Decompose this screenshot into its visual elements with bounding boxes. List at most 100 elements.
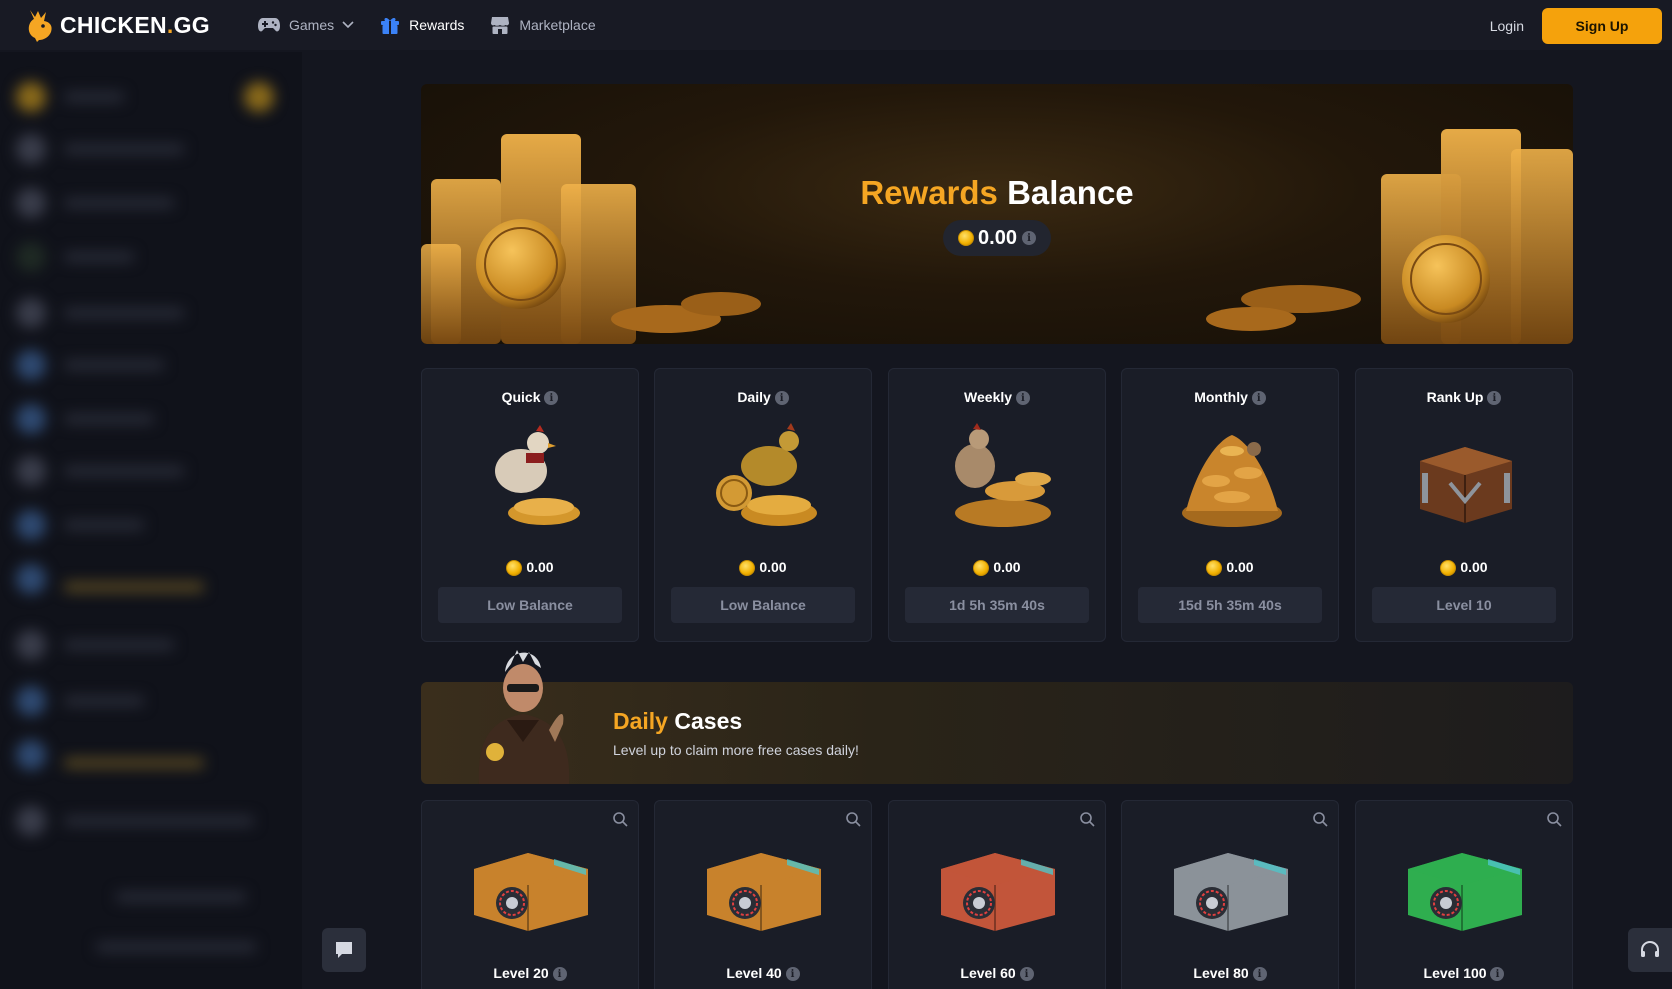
reward-card-value: 0.00 [1122, 559, 1338, 577]
daily-case-cards: Level 20 i Level 40 i Level 60 i Level 8… [421, 800, 1573, 989]
info-icon[interactable]: i [1251, 391, 1266, 406]
nav-rewards[interactable]: Rewards [380, 0, 464, 50]
case-card-level-40[interactable]: Level 40 i [654, 800, 872, 989]
reward-card-value: 0.00 [422, 559, 638, 577]
reward-claim-button[interactable]: Low Balance [671, 587, 855, 623]
reward-card-title: Weekly i [889, 389, 1105, 406]
login-button[interactable]: Login [1490, 18, 1524, 34]
reward-card-value: 0.00 [889, 559, 1105, 577]
info-icon[interactable]: i [1490, 967, 1505, 982]
nav-marketplace-label: Marketplace [519, 17, 596, 33]
case-box-illustration [707, 853, 821, 931]
reward-timer-button[interactable]: 15d 5h 35m 40s [1138, 587, 1322, 623]
reward-card-daily: Daily i 0.00 Low Balance [654, 368, 872, 642]
reward-level-button[interactable]: Level 10 [1372, 587, 1556, 623]
info-icon[interactable]: i [544, 391, 559, 406]
gamepad-icon [257, 17, 280, 33]
case-card-label: Level 20 i [422, 965, 638, 982]
sidebar-blurred [0, 52, 302, 989]
coin-icon [1440, 560, 1457, 577]
reward-card-rank-up: Rank Up i 0.00 Level 10 [1355, 368, 1573, 642]
chicken-coins-illustration [495, 425, 580, 525]
reward-card-title: Quick i [422, 389, 638, 406]
info-icon[interactable]: i [1021, 231, 1036, 245]
case-card-label: Level 60 i [889, 965, 1105, 982]
auth-buttons: Login Sign Up [1490, 8, 1662, 44]
daily-cases-title: Daily Cases [613, 708, 743, 734]
chat-bubble-icon [336, 942, 352, 958]
nav-games-label: Games [288, 17, 335, 33]
top-navbar: CHICKEN.GG Games Rewards Marketplace Log… [0, 0, 1672, 50]
reward-card-title: Monthly i [1122, 389, 1338, 406]
headset-icon [1641, 940, 1659, 957]
signup-button[interactable]: Sign Up [1542, 8, 1662, 44]
case-box-shape [1440, 897, 1452, 909]
rewards-balance-value: 0.00 [978, 226, 1017, 249]
reward-card-value: 0.00 [1356, 559, 1572, 577]
case-card-level-60[interactable]: Level 60 i [888, 800, 1106, 989]
agent-character-illustration [478, 650, 570, 784]
coin-icon [1206, 560, 1223, 577]
chevron-down-icon [342, 21, 354, 29]
daily-cases-banner: Daily Cases Level up to claim more free … [421, 650, 1573, 784]
info-icon[interactable]: i [1252, 967, 1267, 982]
store-icon [490, 15, 510, 35]
info-icon[interactable]: i [785, 967, 800, 982]
case-box-illustration [941, 853, 1055, 931]
info-icon[interactable]: i [1019, 967, 1034, 982]
nav-rewards-label: Rewards [409, 17, 465, 33]
chat-button[interactable] [322, 928, 366, 972]
reward-card-title: Rank Up i [1356, 389, 1572, 406]
chicken-logo-icon [26, 8, 54, 42]
gift-icon [380, 15, 400, 35]
case-box-illustration [1408, 853, 1522, 931]
reward-card-title: Daily i [655, 389, 871, 406]
support-button[interactable] [1628, 928, 1672, 972]
search-icon[interactable] [1312, 811, 1328, 827]
reward-cards: Quick i 0.00 Low Balance Daily i 0.00 Lo… [421, 368, 1573, 644]
reward-card-quick: Quick i 0.00 Low Balance [421, 368, 639, 642]
search-icon[interactable] [1079, 811, 1095, 827]
case-card-level-80[interactable]: Level 80 i [1121, 800, 1339, 989]
main-nav: Games Rewards Marketplace [257, 0, 622, 50]
reward-claim-button[interactable]: Low Balance [438, 587, 622, 623]
case-box-shape [506, 897, 518, 909]
coin-icon [739, 560, 756, 577]
case-box-shape [739, 897, 751, 909]
case-box-illustration [474, 853, 588, 931]
case-card-level-20[interactable]: Level 20 i [421, 800, 639, 989]
coin-stacks-illustration [421, 129, 1573, 344]
search-icon[interactable] [1546, 811, 1562, 827]
rewards-balance-title: Rewards Balance [860, 174, 1134, 211]
case-card-label: Level 80 i [1122, 965, 1338, 982]
nav-marketplace[interactable]: Marketplace [490, 0, 596, 50]
chicken-coin-pile-illustration [955, 423, 1051, 527]
case-box-shape [973, 897, 985, 909]
coin-mountain-illustration [1182, 435, 1282, 527]
nav-games[interactable]: Games [257, 0, 354, 50]
logo-text: CHICKEN.GG [60, 11, 210, 38]
reward-card-monthly: Monthly i 0.00 15d 5h 35m 40s [1121, 368, 1339, 642]
coin-icon [973, 560, 990, 577]
reward-card-value: 0.00 [655, 559, 871, 577]
logo[interactable]: CHICKEN.GG [26, 0, 210, 50]
coin-icon [958, 230, 975, 246]
search-icon[interactable] [845, 811, 861, 827]
case-box-shape [1206, 897, 1218, 909]
rewards-balance-pill: 0.00 i [943, 220, 1051, 256]
main-content: Rewards Balance 0.00 i Quick i 0.00 Low … [421, 84, 1573, 989]
daily-cases-subtitle: Level up to claim more free cases daily! [613, 742, 859, 758]
coin-icon [506, 560, 523, 577]
search-icon[interactable] [612, 811, 628, 827]
case-card-label: Level 40 i [655, 965, 871, 982]
rewards-balance-hero: Rewards Balance 0.00 i [421, 84, 1573, 344]
case-card-level-100[interactable]: Level 100 i [1355, 800, 1573, 989]
reward-timer-button[interactable]: 1d 5h 35m 40s [905, 587, 1089, 623]
info-icon[interactable]: i [552, 967, 567, 982]
sidebar-blur-layer [0, 52, 302, 989]
info-icon[interactable]: i [774, 391, 789, 406]
golden-chicken-coins-illustration [716, 423, 817, 526]
wooden-chest-illustration [1420, 447, 1512, 523]
info-icon[interactable]: i [1015, 391, 1030, 406]
info-icon[interactable]: i [1487, 391, 1502, 406]
